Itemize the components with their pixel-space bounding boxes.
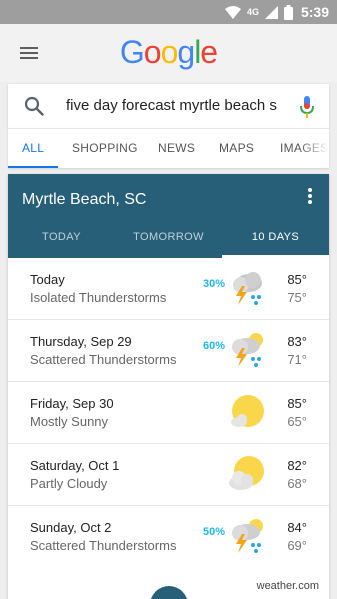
forecast-day: Saturday, Oct 1 (30, 458, 120, 473)
forecast-low: 71° (287, 352, 307, 367)
logo-letter: g (177, 34, 195, 70)
precip-chance: 30% (202, 278, 225, 290)
forecast-row[interactable]: Thursday, Sep 29 Scattered Thunderstorms… (8, 320, 329, 382)
precip-chance: 60% (202, 340, 225, 352)
search-tabs: ALL SHOPPING NEWS MAPS IMAGES (8, 128, 329, 168)
weather-card: Myrtle Beach, SC TODAY TOMORROW 10 DAYS … (8, 174, 329, 599)
tab-news[interactable]: NEWS (158, 129, 195, 168)
forecast-condition: Scattered Thunderstorms (30, 538, 177, 553)
tab-10-days[interactable]: 10 DAYS (222, 224, 329, 258)
tabs-fade (299, 129, 329, 168)
more-vert-icon (308, 194, 312, 198)
forecast-row[interactable]: Saturday, Oct 1 Partly Cloudy 82° 68° (8, 444, 329, 506)
weather-card-header: Myrtle Beach, SC TODAY TOMORROW 10 DAYS (8, 174, 329, 258)
logo-letter: o (143, 34, 162, 70)
mostly-sunny-icon (231, 395, 264, 427)
forecast-row[interactable]: Today Isolated Thunderstorms 30% 85° 75° (8, 258, 329, 320)
status-icons: 4G 5:39 (224, 3, 329, 21)
tab-today[interactable]: TODAY (8, 224, 115, 258)
forecast-high: 82° (287, 458, 307, 473)
forecast-high: 83° (287, 334, 307, 349)
google-logo[interactable]: Google (0, 34, 337, 71)
more-vert-icon (308, 200, 312, 204)
signal-icon (264, 5, 278, 19)
more-vert-icon (308, 188, 312, 192)
wifi-icon (224, 5, 241, 19)
forecast-row[interactable]: Friday, Sep 30 Mostly Sunny 85° 65° (8, 382, 329, 444)
thunderstorm-icon (233, 272, 262, 305)
forecast-day: Thursday, Sep 29 (30, 334, 132, 349)
tab-maps[interactable]: MAPS (219, 129, 254, 168)
floating-action-button[interactable] (150, 586, 188, 599)
tab-tomorrow[interactable]: TOMORROW (115, 224, 222, 258)
network-type: 4G (246, 7, 259, 17)
logo-letter: o (160, 34, 179, 70)
forecast-high: 84° (287, 520, 307, 535)
app-header: Google (0, 24, 337, 82)
partly-cloudy-icon (229, 456, 264, 490)
forecast-low: 65° (287, 414, 307, 429)
forecast-condition: Mostly Sunny (30, 414, 109, 429)
weather-source-link[interactable]: weather.com (257, 580, 319, 592)
forecast-condition: Scattered Thunderstorms (30, 352, 177, 367)
status-bar: 4G 5:39 (0, 0, 337, 24)
forecast-low: 75° (287, 290, 307, 305)
logo-letter: e (200, 34, 218, 70)
forecast-day: Sunday, Oct 2 (30, 520, 112, 535)
clock: 5:39 (300, 4, 329, 20)
weather-location: Myrtle Beach, SC (22, 191, 147, 208)
search-input[interactable]: five day forecast myrtle beach s (66, 97, 284, 114)
forecast-condition: Isolated Thunderstorms (30, 290, 167, 305)
tab-shopping[interactable]: SHOPPING (72, 129, 138, 168)
more-options-button[interactable] (307, 188, 313, 206)
forecast-day: Friday, Sep 30 (30, 396, 114, 411)
tab-all[interactable]: ALL (8, 129, 59, 168)
forecast-high: 85° (287, 272, 307, 287)
search-icon[interactable] (24, 96, 44, 116)
battery-icon (283, 4, 293, 20)
search-box[interactable]: five day forecast myrtle beach s (8, 84, 329, 128)
forecast-condition: Partly Cloudy (30, 476, 108, 491)
forecast-low: 69° (287, 538, 307, 553)
forecast-day: Today (30, 272, 65, 287)
scattered-thunderstorm-icon (232, 333, 263, 367)
forecast-low: 68° (287, 476, 307, 491)
forecast-row[interactable]: Sunday, Oct 2 Scattered Thunderstorms 50… (8, 506, 329, 568)
precip-chance: 50% (202, 526, 225, 538)
forecast-high: 85° (287, 396, 307, 411)
scattered-thunderstorm-icon (232, 519, 263, 553)
microphone-icon[interactable] (299, 95, 315, 119)
logo-letter: G (119, 34, 145, 70)
